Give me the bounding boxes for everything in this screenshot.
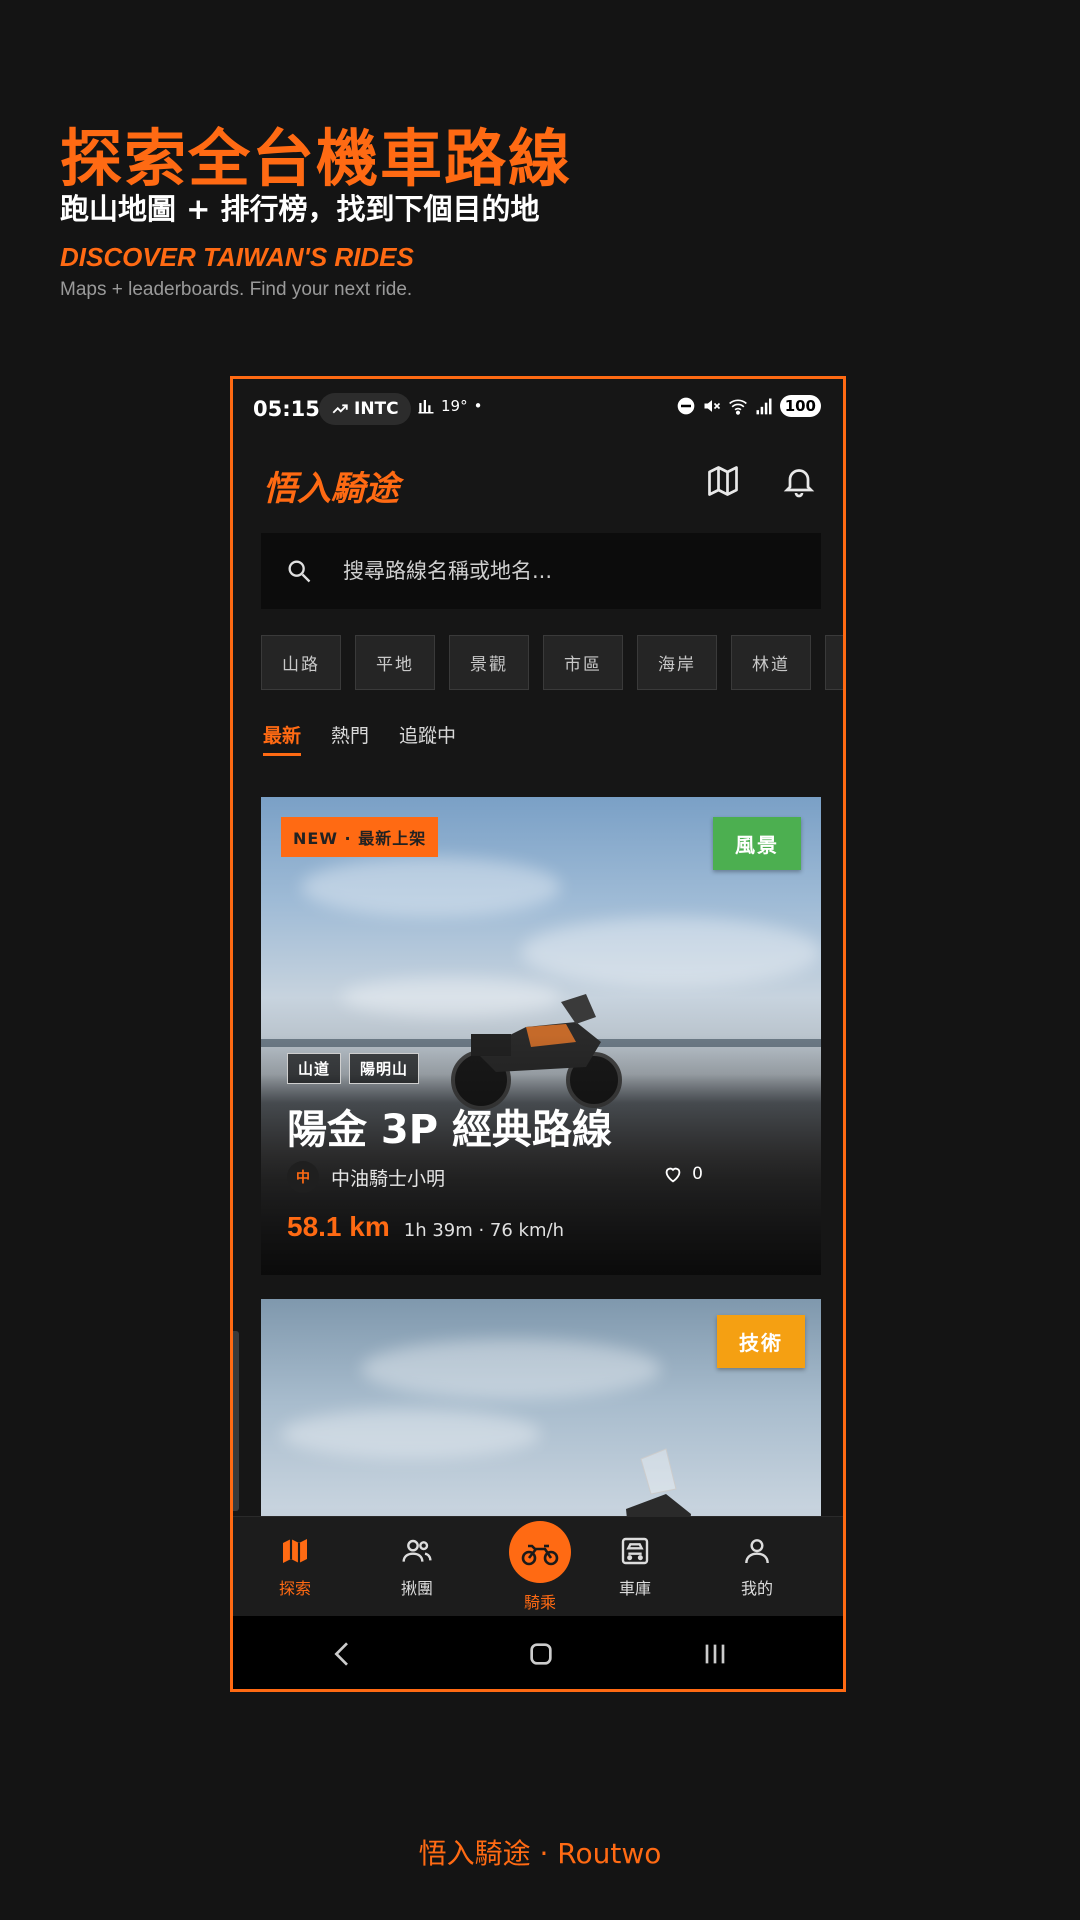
nav-ride[interactable]: 騎乘 xyxy=(509,1521,571,1613)
promo-title-en: DISCOVER TAIWAN'S RIDES xyxy=(60,242,414,272)
status-time: 05:15 xyxy=(253,397,320,421)
category-badge: 風景 xyxy=(713,817,801,870)
tab-latest[interactable]: 最新 xyxy=(263,721,302,756)
footer-brand: 悟入騎途 · Routwo xyxy=(418,1837,662,1870)
feed-tabs: 最新 熱門 追蹤中 xyxy=(263,721,456,756)
home-button[interactable] xyxy=(525,1638,557,1670)
signal-icon xyxy=(756,398,772,415)
app-bar: 悟入騎途 xyxy=(233,441,843,521)
nav-group-label: 揪團 xyxy=(400,1579,433,1598)
map-button[interactable] xyxy=(705,463,741,499)
bell-icon xyxy=(783,469,815,498)
promo-subtitle-en: Maps + leaderboards. Find your next ride… xyxy=(60,279,413,300)
bottom-nav: 探索 揪團 騎乘 車庫 我的 xyxy=(233,1516,843,1617)
app-logo: 悟入騎途 xyxy=(263,469,399,509)
route-card[interactable]: NEW · 最新上架 風景 山道 陽明山 陽金 3P 經典路線 中 中油騎士小明… xyxy=(261,797,821,1275)
route-tag: 陽明山 xyxy=(349,1053,420,1084)
trending-up-icon xyxy=(332,404,348,414)
person-icon xyxy=(745,1539,769,1564)
ticker-pill[interactable]: INTC xyxy=(319,393,411,425)
bar-chart-icon xyxy=(418,400,434,414)
chip-scenic[interactable]: 景觀 xyxy=(449,635,529,690)
nav-explore[interactable]: 探索 xyxy=(245,1535,345,1599)
nav-explore-label: 探索 xyxy=(278,1579,311,1598)
recents-icon xyxy=(705,1644,725,1664)
nav-group[interactable]: 揪團 xyxy=(367,1535,467,1599)
tab-following[interactable]: 追蹤中 xyxy=(399,721,456,756)
back-chevron-icon xyxy=(334,1642,348,1666)
category-badge: 技術 xyxy=(717,1315,805,1368)
status-temp: 19° xyxy=(441,397,468,415)
avatar: 中 xyxy=(287,1161,319,1193)
status-right: 100 xyxy=(676,395,821,417)
tab-popular[interactable]: 熱門 xyxy=(331,721,369,756)
cloud-decoration xyxy=(281,1409,541,1459)
route-duration-speed: 1h 39m · 76 km/h xyxy=(403,1220,564,1241)
nav-me-label: 我的 xyxy=(740,1579,773,1598)
map-icon xyxy=(283,1539,307,1563)
chip-overflow[interactable] xyxy=(825,635,843,690)
ticker-label: INTC xyxy=(354,399,399,419)
status-bar: 05:15 INTC 19° • 100 xyxy=(233,379,843,441)
like-count: 0 xyxy=(692,1164,703,1184)
recents-button[interactable] xyxy=(699,1638,731,1670)
chip-city[interactable]: 市區 xyxy=(543,635,623,690)
map-icon xyxy=(708,466,738,496)
battery-indicator: 100 xyxy=(779,395,821,417)
wifi-icon xyxy=(728,399,747,415)
dnd-icon xyxy=(677,397,695,415)
search-input[interactable] xyxy=(341,558,765,584)
notification-dot-icon: • xyxy=(473,397,483,415)
search-icon xyxy=(288,560,311,583)
chip-forest[interactable]: 林道 xyxy=(731,635,811,690)
motorcycle-icon xyxy=(521,1544,559,1566)
chip-flat[interactable]: 平地 xyxy=(355,635,435,690)
route-stats: 58.1 km 1h 39m · 76 km/h xyxy=(287,1211,564,1243)
back-button[interactable] xyxy=(327,1638,359,1670)
promo-subtitle-zh: 跑山地圖 + 排行榜，找到下個目的地 xyxy=(60,192,540,226)
system-nav-bar xyxy=(233,1616,843,1689)
cloud-decoration xyxy=(521,917,821,987)
route-title: 陽金 3P 經典路線 xyxy=(287,1107,612,1153)
ride-fab[interactable] xyxy=(509,1521,571,1583)
cloud-decoration xyxy=(361,1339,661,1399)
mute-icon xyxy=(704,400,720,412)
phone-frame: 05:15 INTC 19° • 100 悟入騎途 山路 xyxy=(230,376,846,1692)
nav-garage[interactable]: 車庫 xyxy=(585,1535,685,1599)
new-badge: NEW · 最新上架 xyxy=(281,817,439,857)
search-bar[interactable] xyxy=(261,533,821,609)
promo-title-zh: 探索全台機車路線 xyxy=(60,122,573,195)
nav-ride-label: 騎乘 xyxy=(523,1593,556,1612)
category-chips: 山路 平地 景觀 市區 海岸 林道 xyxy=(261,635,843,690)
route-tag: 山道 xyxy=(287,1053,342,1084)
route-tags: 山道 陽明山 xyxy=(287,1053,420,1084)
scroll-handle[interactable] xyxy=(233,1331,239,1511)
author-name: 中油騎士小明 xyxy=(331,1167,446,1190)
nav-me[interactable]: 我的 xyxy=(707,1535,807,1599)
nav-garage-label: 車庫 xyxy=(618,1579,651,1598)
home-square-icon xyxy=(530,1643,552,1665)
heart-icon xyxy=(665,1167,681,1183)
route-distance: 58.1 km xyxy=(287,1211,390,1242)
cloud-decoration xyxy=(301,857,561,917)
like-button[interactable]: 0 xyxy=(662,1163,703,1185)
notifications-button[interactable] xyxy=(781,463,817,499)
chip-mountain[interactable]: 山路 xyxy=(261,635,341,690)
route-author[interactable]: 中 中油騎士小明 xyxy=(287,1161,445,1193)
people-icon xyxy=(402,1539,432,1562)
chip-coast[interactable]: 海岸 xyxy=(637,635,717,690)
status-extras: 19° • xyxy=(417,397,482,415)
garage-icon xyxy=(621,1537,649,1565)
